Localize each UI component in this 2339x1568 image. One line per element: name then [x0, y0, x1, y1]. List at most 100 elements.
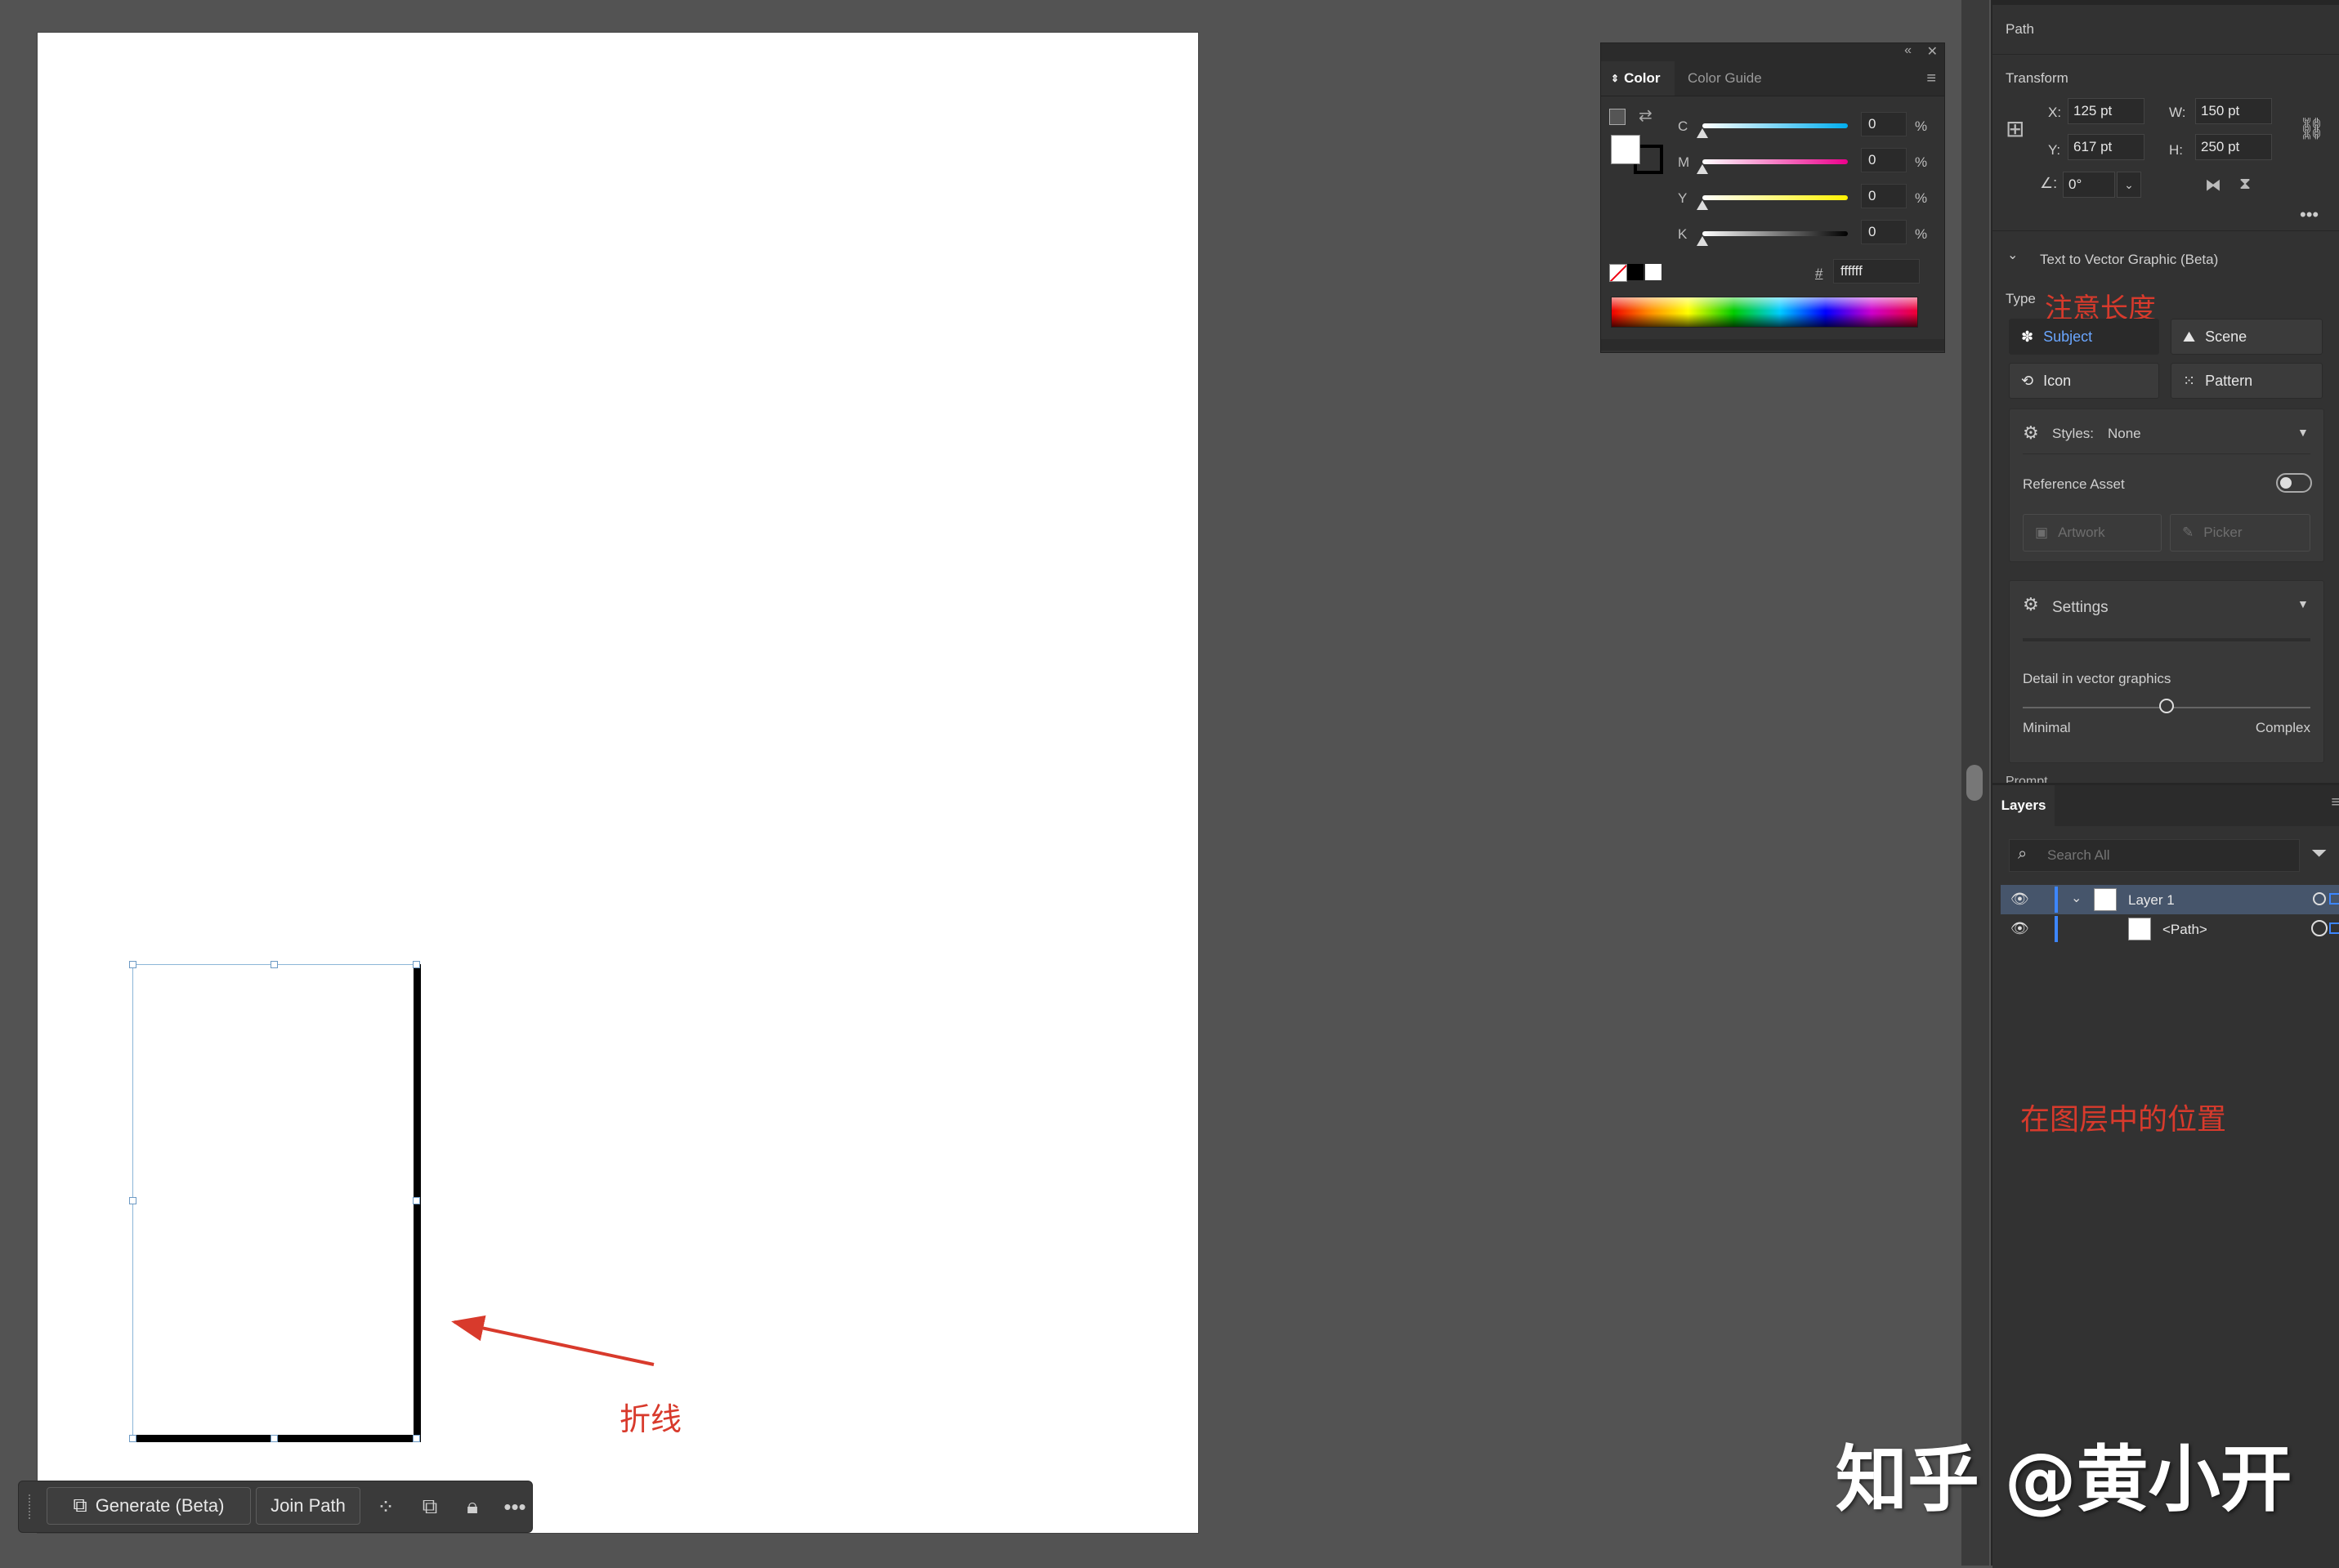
lock-icon[interactable]: 🔒︎ [458, 1493, 486, 1521]
slider-m-label: M [1678, 154, 1690, 170]
black-swatch[interactable] [1627, 264, 1644, 280]
layer-name[interactable]: Layer 1 [2128, 892, 2175, 909]
chevron-down-icon[interactable]: ⌄ [2007, 247, 2018, 263]
panel-titlebar[interactable]: « ✕ [1601, 43, 1944, 61]
more-icon[interactable]: ••• [501, 1493, 529, 1521]
hex-input[interactable]: ffffff [1833, 259, 1920, 284]
divider [2023, 638, 2310, 641]
drag-grip-icon[interactable] [29, 1494, 34, 1519]
slider-y-unit: % [1915, 190, 1928, 206]
flip-horizontal-icon[interactable]: ⧓ [2205, 175, 2221, 195]
slider-m-value[interactable]: 0 [1861, 148, 1907, 172]
more-options-icon[interactable]: ••• [2300, 204, 2319, 226]
visibility-eye-icon[interactable]: 👁︎ [2010, 891, 2029, 908]
target-icon[interactable] [2313, 892, 2326, 905]
slider-c-thumb[interactable] [1697, 128, 1708, 138]
x-field[interactable]: 125 pt [2068, 98, 2144, 124]
caret-down-icon[interactable]: ▼ [2297, 597, 2309, 610]
close-icon[interactable]: ✕ [1927, 43, 1938, 60]
h-label: H: [2169, 142, 2183, 158]
w-label: W: [2169, 105, 2186, 120]
slider-y-value[interactable]: 0 [1861, 184, 1907, 208]
panel-menu-icon[interactable]: ≡ [1926, 69, 1936, 88]
slider-k-thumb[interactable] [1697, 236, 1708, 246]
t2v-title: Text to Vector Graphic (Beta) [2040, 252, 2219, 267]
reference-asset-label: Reference Asset [2023, 476, 2125, 492]
artwork-button[interactable]: ▣ Artwork [2023, 514, 2162, 552]
h-field[interactable]: 250 pt [2195, 134, 2272, 160]
arrange-icon[interactable]: ⧉ [416, 1493, 444, 1521]
color-spectrum[interactable] [1611, 297, 1918, 328]
y-field[interactable]: 617 pt [2068, 134, 2144, 160]
chevron-down-icon[interactable]: ⌄ [2117, 172, 2141, 198]
tab-color[interactable]: ⇕ Color [1601, 61, 1675, 96]
color-panel: « ✕ ⇕ Color Color Guide ≡ ⇄ C 0 % M 0 % … [1600, 42, 1945, 353]
recolor-icon[interactable]: ⁘ [372, 1493, 400, 1521]
path-name[interactable]: <Path> [2162, 922, 2207, 938]
type-label: Type [2006, 291, 2036, 306]
visibility-eye-icon[interactable]: 👁︎ [2010, 920, 2029, 937]
slider-y-thumb[interactable] [1697, 200, 1708, 210]
tab-layers[interactable]: Layers [1992, 785, 2055, 826]
default-colors-icon[interactable] [1609, 109, 1626, 125]
type-icon-button[interactable]: ⟲ Icon [2009, 363, 2159, 399]
slider-m-thumb[interactable] [1697, 164, 1708, 174]
slider-k-unit: % [1915, 226, 1928, 242]
filter-icon[interactable]: ⏷ [2311, 842, 2327, 865]
slider-c-track[interactable] [1702, 123, 1848, 128]
chevron-down-icon[interactable]: ⌄ [2071, 890, 2082, 906]
layers-search[interactable]: ⌕ [2009, 839, 2300, 872]
picker-button[interactable]: ✎ Picker [2170, 514, 2310, 552]
type-pattern-label: Pattern [2205, 372, 2253, 389]
panel-resize-grip[interactable] [1601, 339, 1944, 351]
divider [2023, 453, 2310, 454]
flip-vertical-icon[interactable]: ⧗ [2239, 175, 2251, 194]
collapse-icon[interactable]: « [1904, 43, 1912, 58]
detail-max-label: Complex [2255, 720, 2310, 735]
detail-slider-thumb[interactable] [2159, 699, 2174, 713]
swap-colors-icon[interactable]: ⇄ [1639, 105, 1653, 126]
styles-value[interactable]: None [2108, 426, 2141, 442]
w-field[interactable]: 150 pt [2195, 98, 2272, 124]
type-pattern-button[interactable]: ⁙ Pattern [2171, 363, 2323, 399]
generate-beta-button[interactable]: ⧉ Generate (Beta) [47, 1487, 251, 1525]
slider-m-track[interactable] [1702, 159, 1848, 164]
constrain-proportions-icon[interactable]: ⛓︎ [2298, 116, 2325, 141]
white-swatch[interactable] [1645, 264, 1661, 280]
y-label: Y: [2048, 142, 2061, 158]
slider-y-track[interactable] [1702, 195, 1848, 200]
fill-swatch[interactable] [1611, 135, 1640, 164]
layer-row[interactable]: 👁︎ ⌄ Layer 1 [2001, 885, 2339, 914]
generate-icon: ⧉ [73, 1494, 87, 1517]
type-subject-button[interactable]: ✽ Subject [2009, 319, 2159, 355]
none-swatch[interactable] [1609, 264, 1627, 282]
reference-asset-toggle[interactable] [2276, 473, 2312, 493]
scene-icon: ⛰︎ [2183, 328, 2196, 345]
layers-menu-icon[interactable]: ≡ [2331, 793, 2339, 812]
picker-label: Picker [2203, 525, 2243, 540]
slider-c-value[interactable]: 0 [1861, 112, 1907, 136]
selection-indicator[interactable] [2329, 922, 2339, 934]
layers-search-input[interactable] [2046, 843, 2294, 868]
slider-k-track[interactable] [1702, 231, 1848, 236]
section-path-title: Path [2006, 21, 2034, 37]
slider-c-unit: % [1915, 118, 1928, 134]
settings-box: ⚙ Settings ▼ Detail in vector graphics M… [2009, 580, 2324, 763]
dock-scrollbar-thumb[interactable] [1966, 765, 1983, 801]
reference-point-icon[interactable]: ⊞ [2006, 114, 2035, 144]
caret-down-icon[interactable]: ▼ [2297, 426, 2309, 439]
divider [1992, 230, 2339, 231]
selection-indicator[interactable] [2329, 893, 2339, 905]
search-icon: ⌕ [2018, 845, 2028, 863]
angle-field[interactable]: 0° [2063, 172, 2115, 198]
layer-row[interactable]: 👁︎ <Path> [2001, 914, 2339, 944]
type-scene-button[interactable]: ⛰︎ Scene [2171, 319, 2323, 355]
tab-color-guide[interactable]: Color Guide [1678, 61, 1772, 96]
annotation-polyline-label: 折线 [619, 1401, 682, 1437]
slider-k-value[interactable]: 0 [1861, 220, 1907, 244]
target-selected-icon[interactable] [2311, 920, 2328, 936]
detail-min-label: Minimal [2023, 720, 2071, 735]
prompt-cut-label: Prompt [2006, 775, 2048, 783]
x-label: X: [2048, 105, 2062, 120]
join-path-button[interactable]: Join Path [256, 1487, 360, 1525]
